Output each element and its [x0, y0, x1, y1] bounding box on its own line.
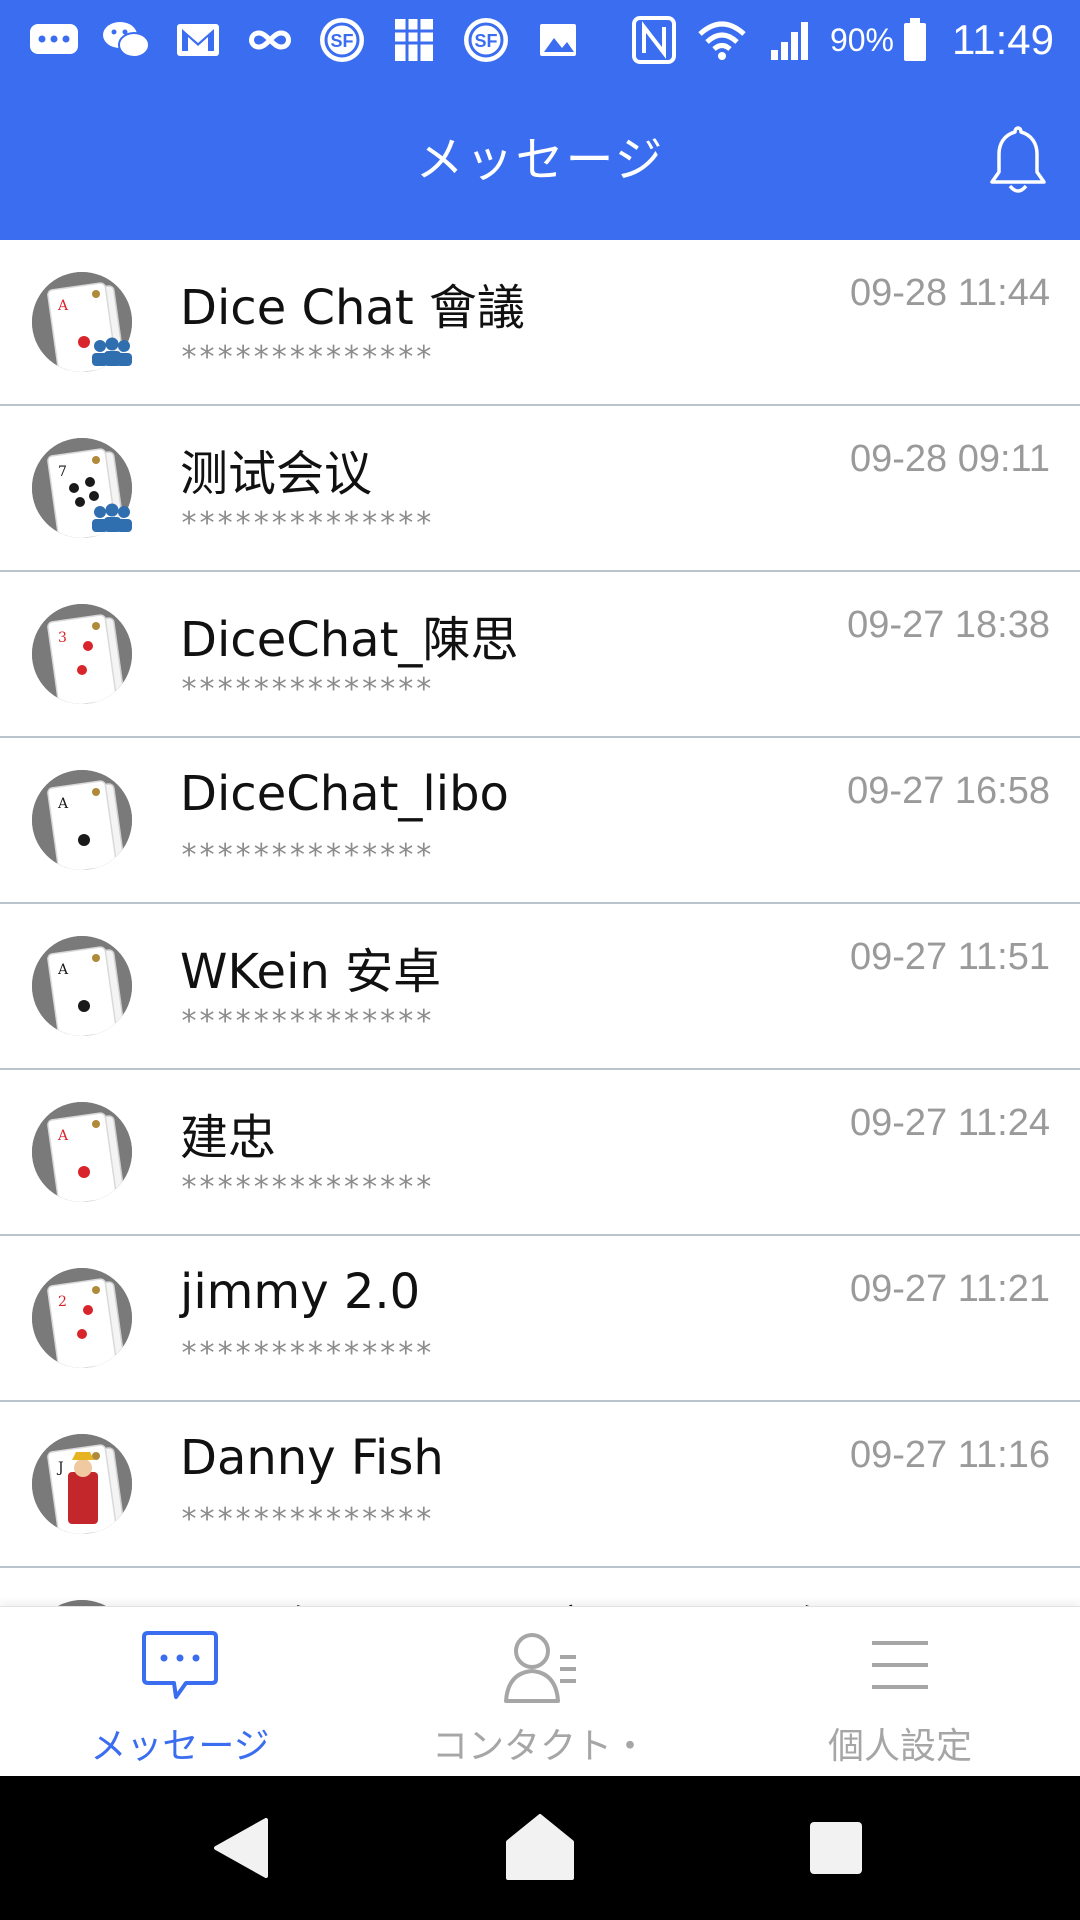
chat-bubble-icon	[140, 1627, 220, 1707]
conversation-name: DiceChat_陳思	[180, 612, 519, 668]
conversation-timestamp: 09-27 11:16	[849, 1434, 1050, 1476]
tab-messages[interactable]: メッセージ	[30, 1607, 330, 1777]
avatar-card-rank: A	[57, 962, 69, 978]
svg-text:SF: SF	[474, 31, 497, 51]
avatar-card-rank: J	[56, 1460, 64, 1476]
battery-percent: 90%	[829, 21, 894, 58]
conversation-row[interactable]: 2 jimmy 2.0 ************** 09-27 11:21	[0, 1236, 1080, 1402]
conversation-timestamp: 09-27 18:38	[847, 604, 1050, 646]
sf-icon-2: SF	[458, 12, 514, 68]
conversation-timestamp: 09-28 09:11	[849, 438, 1050, 480]
conversation-name: jimmy 2.0	[180, 1264, 421, 1320]
conversation-row[interactable]: ホスタマー サービス アシスタント	[0, 1568, 1080, 1606]
group-icon	[88, 336, 136, 368]
avatar: A	[32, 1102, 132, 1202]
conversation-row[interactable]: A WKein 安卓 ************** 09-27 11:51	[0, 904, 1080, 1070]
conversation-timestamp: 09-27 16:58	[847, 770, 1050, 812]
tab-contacts-label: コンタクト・	[431, 1726, 648, 1767]
conversation-timestamp: 09-27 11:51	[849, 936, 1050, 978]
conversation-preview: **************	[180, 1004, 433, 1039]
signal-icon	[762, 12, 818, 68]
avatar: 3	[32, 604, 132, 704]
avatar-card-rank: 7	[58, 464, 67, 480]
page-title: メッセージ	[415, 132, 665, 188]
avatar: A	[32, 936, 132, 1036]
conversation-name: WKein 安卓	[180, 944, 442, 1000]
conversation-row[interactable]: J Danny Fish ************** 09-27 11:16	[0, 1402, 1080, 1568]
bottom-navigation: メッセージ コンタクト・ 個人設定	[0, 1606, 1080, 1777]
infinity-icon	[242, 12, 298, 68]
avatar: A	[32, 770, 132, 870]
conversation-preview: **************	[180, 1502, 433, 1537]
wifi-icon	[694, 12, 750, 68]
grid-icon	[386, 12, 442, 68]
message-icon	[26, 12, 82, 68]
avatar-card-rank: A	[57, 298, 69, 314]
conversation-timestamp: 09-27 11:21	[849, 1268, 1050, 1310]
avatar-card-rank: 3	[58, 630, 67, 646]
tab-settings[interactable]: 個人設定	[750, 1607, 1050, 1777]
avatar: 2	[32, 1268, 132, 1368]
conversation-preview: **************	[180, 506, 433, 541]
app-header: メッセージ	[0, 80, 1080, 240]
conversation-row[interactable]: 3 DiceChat_陳思 ************** 09-27 18:38	[0, 572, 1080, 738]
conversation-preview: **************	[180, 838, 433, 873]
tab-contacts[interactable]: コンタクト・	[390, 1607, 690, 1777]
conversation-preview: **************	[180, 1336, 433, 1371]
status-bar-notifications: SF SF	[26, 0, 602, 80]
battery-icon	[900, 12, 930, 68]
home-icon[interactable]	[504, 1812, 576, 1884]
system-navigation-bar	[0, 1776, 1080, 1920]
contacts-icon	[500, 1627, 580, 1707]
conversation-row[interactable]: A DiceChat_libo ************** 09-27 16:58	[0, 738, 1080, 904]
image-icon	[530, 12, 586, 68]
nfc-icon	[626, 12, 682, 68]
conversation-name: Danny Fish	[180, 1430, 444, 1486]
conversation-name: 测试会议	[180, 446, 373, 502]
list-icon	[860, 1627, 940, 1707]
status-bar-system: 90% 11:49	[626, 0, 1054, 80]
conversation-preview: **************	[180, 1170, 433, 1205]
status-bar: SF SF 90% 11:49	[0, 0, 1080, 80]
conversation-row[interactable]: A 建忠 ************** 09-27 11:24	[0, 1070, 1080, 1236]
conversation-name: ホスタマー サービス アシスタント	[180, 1588, 929, 1606]
avatar: J	[32, 1434, 132, 1534]
conversation-name: DiceChat_libo	[180, 766, 509, 822]
conversation-row[interactable]: 7 测试会议 ************** 09-28 09:11	[0, 406, 1080, 572]
status-time: 11:49	[952, 16, 1054, 63]
svg-text:SF: SF	[330, 31, 353, 51]
avatar-card-rank: 2	[58, 1294, 67, 1310]
sf-icon: SF	[314, 12, 370, 68]
notification-bell-icon[interactable]	[986, 122, 1050, 198]
app-root: SF SF 90% 11:49 メッセージ A Dice Chat 會議 ***…	[0, 0, 1080, 1920]
group-icon	[88, 502, 136, 534]
avatar-card-rank: A	[57, 796, 69, 812]
recents-icon[interactable]	[800, 1812, 872, 1884]
gmail-icon	[170, 12, 226, 68]
conversation-preview: **************	[180, 340, 433, 375]
conversation-preview: **************	[180, 672, 433, 707]
conversation-list[interactable]: A Dice Chat 會議 ************** 09-28 11:44 …	[0, 240, 1080, 1606]
conversation-row[interactable]: A Dice Chat 會議 ************** 09-28 11:44	[0, 240, 1080, 406]
tab-messages-label: メッセージ	[90, 1726, 270, 1767]
back-icon[interactable]	[206, 1812, 278, 1884]
tab-settings-label: 個人設定	[827, 1726, 972, 1767]
conversation-timestamp: 09-27 11:24	[849, 1102, 1050, 1144]
avatar-card-rank: A	[57, 1128, 69, 1144]
conversation-name: Dice Chat 會議	[180, 280, 525, 336]
wechat-icon	[98, 12, 154, 68]
conversation-timestamp: 09-28 11:44	[849, 272, 1050, 314]
conversation-name: 建忠	[180, 1110, 277, 1166]
